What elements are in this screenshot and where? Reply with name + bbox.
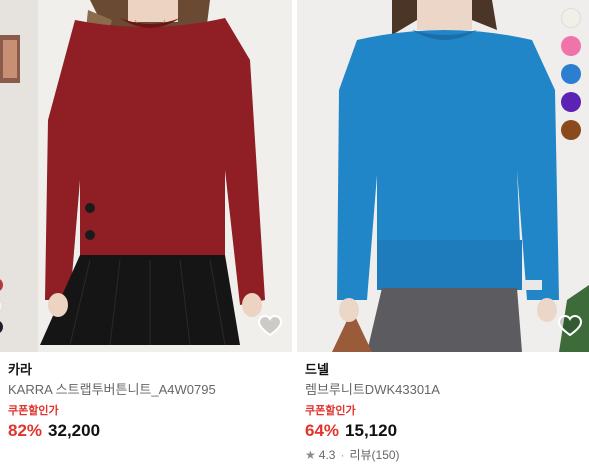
product-info: 드넬 렘브루니트DWK43301A 쿠폰할인가 64% 15,120 ★ 4.3… bbox=[305, 360, 585, 465]
price-row: 82% 32,200 bbox=[8, 419, 288, 443]
product-info: 카라 KARRA 스트랩투버튼니트_A4W0795 쿠폰할인가 82% 32,2… bbox=[8, 360, 288, 443]
color-swatch-ivory[interactable] bbox=[0, 299, 3, 313]
color-swatches bbox=[561, 8, 581, 140]
color-swatch-red[interactable] bbox=[0, 278, 3, 292]
color-swatch-blue[interactable] bbox=[561, 64, 581, 84]
color-swatch-ivory[interactable] bbox=[561, 8, 581, 28]
rating-value: 4.3 bbox=[318, 448, 336, 462]
product-card-dnel[interactable]: 드넬 렘브루니트DWK43301A 쿠폰할인가 64% 15,120 ★ 4.3… bbox=[297, 0, 589, 467]
product-name[interactable]: 렘브루니트DWK43301A bbox=[305, 380, 585, 400]
brand-name[interactable]: 카라 bbox=[8, 360, 288, 380]
product-photo-red-sweater bbox=[0, 0, 292, 352]
coupon-label: 쿠폰할인가 bbox=[8, 405, 59, 417]
heart-icon[interactable] bbox=[557, 314, 583, 338]
brand-name[interactable]: 드넬 bbox=[305, 360, 585, 380]
product-image[interactable] bbox=[0, 0, 292, 352]
discount-rate: 82% bbox=[8, 421, 43, 440]
price: 32,200 bbox=[48, 421, 101, 440]
heart-icon[interactable] bbox=[257, 314, 283, 338]
discount-rate: 64% bbox=[305, 421, 340, 440]
review-count[interactable]: 리뷰(150) bbox=[349, 445, 399, 465]
star-icon: ★ bbox=[305, 448, 316, 462]
product-photo-blue-sweater bbox=[297, 0, 589, 352]
color-swatch-purple[interactable] bbox=[561, 92, 581, 112]
rating-row: ★ 4.3 · 리뷰(150) bbox=[305, 445, 585, 465]
color-swatch-brown[interactable] bbox=[561, 120, 581, 140]
price-row: 64% 15,120 bbox=[305, 419, 585, 443]
color-swatch-pink[interactable] bbox=[561, 36, 581, 56]
product-card-karra[interactable]: 카라 KARRA 스트랩투버튼니트_A4W0795 쿠폰할인가 82% 32,2… bbox=[0, 0, 292, 467]
price: 15,120 bbox=[345, 421, 398, 440]
review-separator: · bbox=[340, 448, 345, 462]
color-swatches bbox=[0, 278, 3, 334]
coupon-label: 쿠폰할인가 bbox=[305, 405, 356, 417]
color-swatch-black[interactable] bbox=[0, 320, 3, 334]
product-name[interactable]: KARRA 스트랩투버튼니트_A4W0795 bbox=[8, 380, 288, 400]
product-image[interactable] bbox=[297, 0, 589, 352]
